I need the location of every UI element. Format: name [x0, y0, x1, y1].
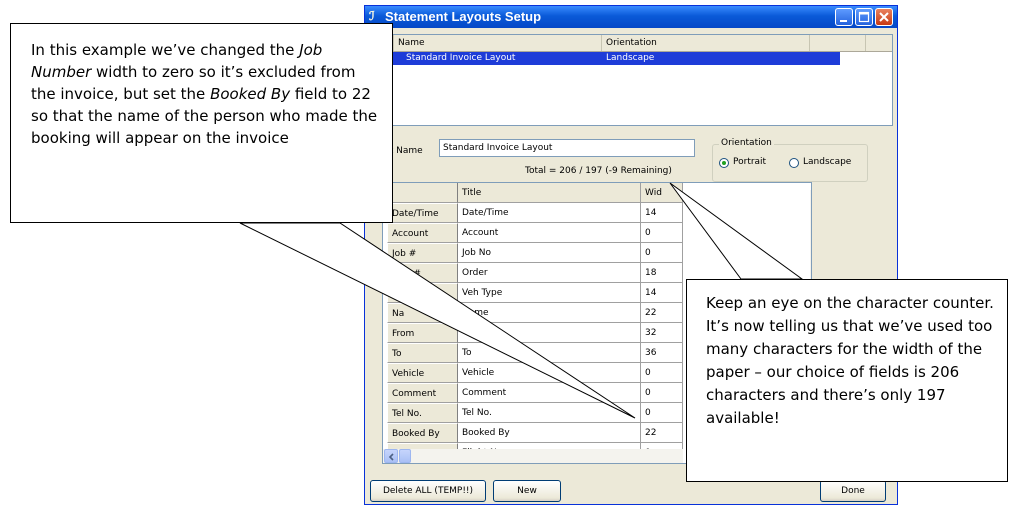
callout-text: Keep an eye on the character counter. It…: [706, 294, 994, 427]
left-callout-pointer: [239, 222, 636, 419]
left-callout: In this example we’ve changed the Job Nu…: [10, 23, 393, 223]
callout-text: In this example we’ve changed the: [31, 41, 300, 59]
right-callout-pointer: [669, 182, 804, 280]
callout-emphasis-booked-by: Booked By: [210, 85, 291, 103]
right-callout: Keep an eye on the character counter. It…: [686, 279, 1008, 482]
